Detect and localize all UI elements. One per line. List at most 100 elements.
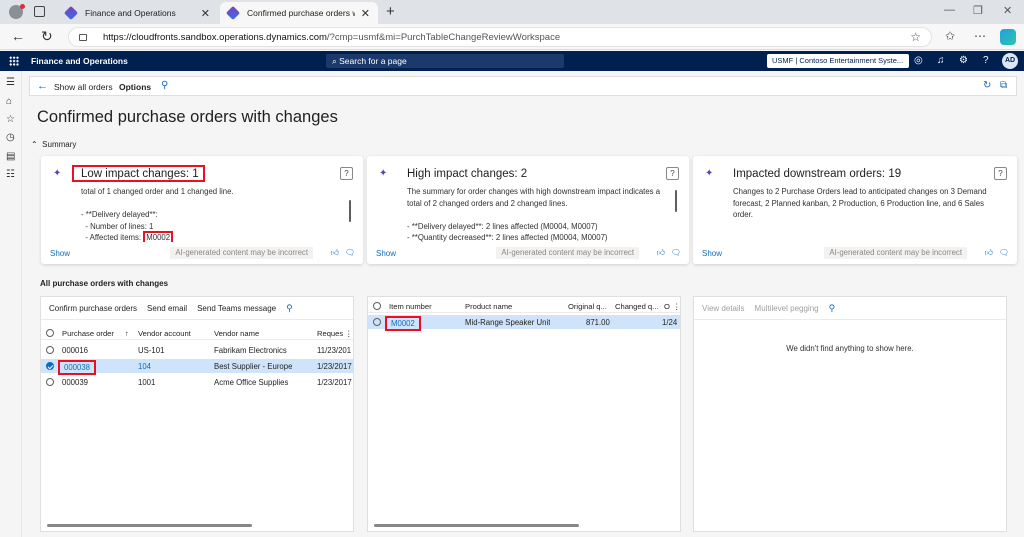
thumbs-up-icon[interactable]: 👍︎ bbox=[331, 248, 339, 258]
window-close-icon[interactable]: ✕ bbox=[1003, 4, 1012, 17]
card-scrollbar[interactable] bbox=[349, 200, 351, 222]
row-select-radio[interactable] bbox=[46, 362, 54, 370]
browser-tab-strip: Finance and Operations ✕ Confirmed purch… bbox=[0, 0, 1024, 24]
more-menu-icon[interactable]: ⋯ bbox=[974, 29, 986, 43]
column-header-vendor-account[interactable]: Vendor account bbox=[138, 329, 191, 338]
close-tab-icon[interactable]: ✕ bbox=[201, 7, 210, 20]
column-header-product-name[interactable]: Product name bbox=[465, 302, 512, 311]
search-icon[interactable]: ⚲ bbox=[161, 80, 168, 91]
browser-tab-finance[interactable]: Finance and Operations ✕ bbox=[58, 2, 218, 24]
vendor-account-link[interactable]: 104 bbox=[138, 362, 151, 371]
feedback-icon[interactable]: 🗨︎ bbox=[999, 248, 1009, 257]
home-icon[interactable]: ⌂ bbox=[6, 96, 12, 107]
orders-section-label: All purchase orders with changes bbox=[40, 279, 169, 288]
copilot-icon[interactable] bbox=[1000, 29, 1016, 45]
column-more-icon[interactable]: ⋮ bbox=[345, 329, 353, 338]
row-select-radio[interactable] bbox=[373, 318, 381, 326]
close-tab-icon[interactable]: ✕ bbox=[361, 7, 370, 20]
purchase-order-link[interactable]: 000038 bbox=[58, 360, 97, 375]
refresh-icon[interactable]: ↻ bbox=[41, 28, 53, 45]
ai-disclaimer: AI-generated content may be incorrect bbox=[496, 247, 639, 259]
requested-date-cell: 1/23/2017 bbox=[317, 362, 352, 371]
row-select-radio[interactable] bbox=[46, 346, 54, 354]
app-launcher-icon[interactable] bbox=[9, 56, 19, 66]
copilot-chat-icon[interactable]: ◎ bbox=[914, 55, 923, 66]
company-picker[interactable]: USMF | Contoso Entertainment Syste... bbox=[767, 54, 909, 68]
favorites-icon[interactable]: ✩ bbox=[945, 29, 955, 43]
column-more-icon[interactable]: ⋮ bbox=[673, 302, 681, 311]
options-tab[interactable]: Options bbox=[119, 82, 151, 92]
feedback-icon[interactable]: 🗨︎ bbox=[345, 248, 355, 257]
browser-tab-confirmed-orders[interactable]: Confirmed purchase orders with c ✕ bbox=[220, 2, 378, 24]
thumbs-up-icon[interactable]: 👍︎ bbox=[657, 248, 665, 258]
view-details-button[interactable]: View details bbox=[702, 304, 745, 313]
app-title[interactable]: Finance and Operations bbox=[31, 56, 128, 66]
help-icon[interactable]: ? bbox=[340, 167, 353, 180]
refresh-icon[interactable]: ↻ bbox=[983, 80, 991, 91]
purchase-orders-panel: Confirm purchase orders Send email Send … bbox=[40, 296, 354, 532]
select-all-radio[interactable] bbox=[373, 302, 381, 310]
purchase-order-cell[interactable]: 000039 bbox=[62, 378, 88, 387]
confirm-purchase-orders-button[interactable]: Confirm purchase orders bbox=[49, 304, 137, 313]
select-all-radio[interactable] bbox=[46, 329, 54, 337]
summary-section-toggle[interactable]: ⌃ Summary bbox=[31, 140, 76, 149]
profile-icon[interactable] bbox=[9, 4, 25, 19]
column-header-changed-quantity[interactable]: Changed q... bbox=[615, 302, 659, 311]
minimize-icon[interactable]: — bbox=[944, 4, 955, 16]
send-teams-message-button[interactable]: Send Teams message bbox=[197, 304, 276, 313]
modules-list-icon[interactable]: ☷ bbox=[6, 169, 15, 180]
favorites-star-icon[interactable]: ☆ bbox=[6, 114, 15, 125]
tab-actions-icon[interactable] bbox=[34, 6, 45, 17]
row-select-radio[interactable] bbox=[46, 378, 54, 386]
low-impact-card: ✦ Low impact changes: 1 ? total of 1 cha… bbox=[41, 156, 363, 264]
table-row[interactable]: M0002 Mid-Range Speaker Unit 871.00 1/24 bbox=[368, 315, 680, 331]
help-icon[interactable]: ? bbox=[994, 167, 1007, 180]
new-tab-icon[interactable]: + bbox=[386, 3, 395, 20]
card-scrollbar[interactable] bbox=[675, 190, 677, 212]
column-header-item-number[interactable]: Item number bbox=[389, 302, 432, 311]
column-header-purchase-order[interactable]: Purchase order bbox=[62, 329, 114, 338]
table-row[interactable]: 000038 104 Best Supplier - Europe 1/23/2… bbox=[41, 359, 353, 375]
back-arrow-icon[interactable]: ← bbox=[37, 80, 48, 92]
column-header-requested-date[interactable]: Reques bbox=[317, 329, 343, 338]
ai-disclaimer: AI-generated content may be incorrect bbox=[824, 247, 967, 259]
horizontal-scrollbar[interactable] bbox=[374, 524, 579, 527]
help-icon[interactable]: ? bbox=[666, 167, 679, 180]
table-row[interactable]: 000016 US-101 Fabrikam Electronics 11/23… bbox=[41, 343, 353, 357]
show-all-orders-button[interactable]: Show all orders bbox=[54, 82, 113, 92]
item-number-link[interactable]: M0002 bbox=[385, 316, 421, 331]
restore-icon[interactable]: ❐ bbox=[973, 4, 983, 17]
sort-arrow-icon[interactable]: ↑ bbox=[125, 329, 129, 338]
recent-clock-icon[interactable]: ◷ bbox=[6, 132, 15, 143]
open-new-window-icon[interactable]: ⧉ bbox=[1000, 80, 1007, 91]
url-field[interactable]: https://cloudfronts.sandbox.operations.d… bbox=[68, 27, 932, 47]
page-search-input[interactable]: ⌕ Search for a page bbox=[326, 54, 564, 68]
show-button[interactable]: Show bbox=[50, 249, 70, 258]
horizontal-scrollbar[interactable] bbox=[47, 524, 252, 527]
table-row[interactable]: 000039 1001 Acme Office Supplies 1/23/20… bbox=[41, 375, 353, 389]
column-header-vendor-name[interactable]: Vendor name bbox=[214, 329, 259, 338]
column-header-o[interactable]: O bbox=[664, 302, 670, 311]
settings-gear-icon[interactable]: ⚙ bbox=[959, 55, 968, 66]
notifications-icon[interactable]: ♫ bbox=[937, 55, 945, 66]
hamburger-menu-icon[interactable]: ☰ bbox=[6, 77, 15, 88]
feedback-icon[interactable]: 🗨︎ bbox=[671, 248, 681, 257]
card-body-line: - Affected items: bbox=[81, 233, 144, 242]
back-arrow-icon[interactable]: ← bbox=[11, 28, 25, 44]
show-button[interactable]: Show bbox=[702, 249, 722, 258]
address-bar-row: ← ↻ https://cloudfronts.sandbox.operatio… bbox=[0, 24, 1024, 50]
card-body-line: - Number of lines: 1 bbox=[81, 221, 154, 231]
thumbs-up-icon[interactable]: 👍︎ bbox=[985, 248, 993, 258]
show-button[interactable]: Show bbox=[376, 249, 396, 258]
search-icon[interactable]: ⚲ bbox=[829, 303, 836, 314]
multilevel-pegging-button[interactable]: Multilevel pegging bbox=[755, 304, 819, 313]
send-email-button[interactable]: Send email bbox=[147, 304, 187, 313]
avatar[interactable]: AD bbox=[1002, 53, 1018, 69]
search-icon[interactable]: ⚲ bbox=[286, 303, 293, 314]
help-icon[interactable]: ? bbox=[983, 55, 989, 66]
purchase-order-cell[interactable]: 000016 bbox=[62, 346, 88, 355]
workspaces-icon[interactable]: ▤ bbox=[6, 151, 15, 162]
favorite-star-icon[interactable]: ☆ bbox=[910, 30, 921, 44]
app-header: Finance and Operations ⌕ Search for a pa… bbox=[0, 51, 1024, 71]
column-header-original-quantity[interactable]: Original q... bbox=[568, 302, 607, 311]
